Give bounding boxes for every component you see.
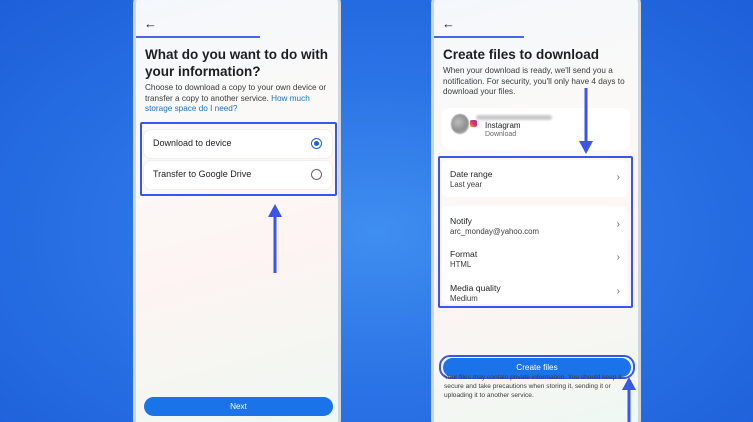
blurred-username xyxy=(476,115,552,120)
radio-selected-icon[interactable] xyxy=(311,138,322,149)
radio-unselected-icon[interactable] xyxy=(311,169,322,180)
arrow-up-annotation-icon xyxy=(268,204,282,273)
row-value: Last year xyxy=(450,180,483,189)
chevron-right-icon: › xyxy=(616,252,620,263)
option-label: Transfer to Google Drive xyxy=(153,169,252,179)
avatar xyxy=(451,114,469,134)
page-description: Choose to download a copy to your own de… xyxy=(145,83,335,115)
chevron-right-icon: › xyxy=(616,219,620,230)
account-card: Instagram Download xyxy=(442,108,630,150)
option-transfer-google-drive[interactable]: Transfer to Google Drive xyxy=(144,161,332,189)
account-action: Download xyxy=(485,131,517,138)
disclaimer-text: Your files may contain private informati… xyxy=(444,374,622,399)
row-value: Medium xyxy=(450,294,478,303)
arrow-up-annotation-icon xyxy=(622,377,636,422)
arrow-down-annotation-icon xyxy=(579,88,593,154)
page-title: Create files to download xyxy=(443,47,600,62)
arrow-left-icon[interactable]: ← xyxy=(442,17,455,31)
row-value: HTML xyxy=(450,260,472,269)
row-format[interactable]: Format HTML › xyxy=(442,243,628,275)
row-label: Date range xyxy=(450,169,493,179)
row-media-quality[interactable]: Media quality Medium › xyxy=(442,277,628,309)
top-accent-line xyxy=(136,36,260,38)
account-platform: Instagram xyxy=(485,121,521,130)
page-description: When your download is ready, we'll send … xyxy=(443,66,625,96)
option-download-to-device[interactable]: Download to device xyxy=(144,130,332,158)
top-accent-line xyxy=(434,36,524,38)
chevron-right-icon: › xyxy=(616,286,620,297)
arrow-left-icon[interactable]: ← xyxy=(144,17,157,31)
row-label: Notify xyxy=(450,216,472,226)
row-label: Format xyxy=(450,249,478,259)
chevron-right-icon: › xyxy=(616,172,620,183)
page-title: What do you want to do with your informa… xyxy=(145,47,328,79)
row-label: Media quality xyxy=(450,283,501,293)
phone-screen-left: ← What do you want to do with your infor… xyxy=(133,0,341,422)
phone-screen-right: ← Create files to download When your dow… xyxy=(431,0,641,422)
next-button[interactable]: Next xyxy=(144,397,333,416)
row-notify[interactable]: Notify arc_monday@yahoo.com › xyxy=(442,210,628,242)
row-date-range[interactable]: Date range Last year › xyxy=(442,163,628,195)
option-label: Download to device xyxy=(153,138,232,148)
instagram-icon xyxy=(470,120,477,127)
row-value: arc_monday@yahoo.com xyxy=(450,227,539,236)
